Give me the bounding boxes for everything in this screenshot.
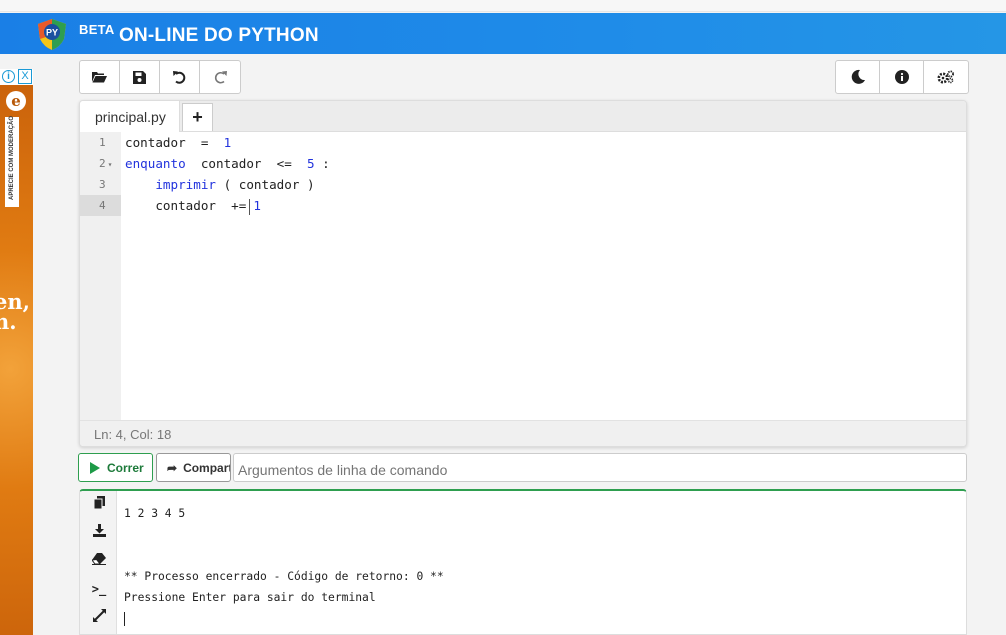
python-shield-logo-icon[interactable]: PY [35,17,69,51]
line-number: 3 [99,178,106,191]
dark-mode-button[interactable] [836,61,880,93]
beta-badge: BETA [79,22,115,37]
terminal-cursor [124,612,125,626]
ad-disclaimer-text: APRECIE COM MODERAÇÃO [9,116,15,201]
logo-text: PY [46,28,58,38]
brand-title[interactable]: ON-LINE DO PYTHON [119,25,319,47]
browser-top-strip [0,0,1006,12]
share-arrow-icon: ➦ [167,460,178,475]
ad-controls: i X [0,69,33,85]
line-number-gutter: 1 2 ▾ 3 4 [80,132,121,420]
view-toolbar [835,60,969,94]
ad-text: en, n. [0,291,30,334]
side-advertisement[interactable]: i X e APRECIE COM MODERAÇÃO en, n. [0,69,33,635]
info-button[interactable] [880,61,924,93]
fold-arrow-icon[interactable]: ▾ [108,160,113,169]
settings-button[interactable] [924,61,968,93]
terminal-sidebar: >_ [80,491,117,634]
ad-info-icon[interactable]: i [2,70,15,83]
share-label: Compartilhar [183,460,230,475]
line-number: 1 [99,136,106,149]
redo-icon [214,70,227,84]
undo-button[interactable] [160,61,200,93]
line-number-active: 4 [80,195,121,216]
terminal-prompt-icon[interactable]: >_ [90,580,108,598]
ad-disclaimer: APRECIE COM MODERAÇÃO [5,116,19,207]
share-button[interactable]: ➦ Compartilhar [156,453,231,482]
ad-close-icon[interactable]: X [18,69,32,84]
redo-button[interactable] [200,61,240,93]
undo-icon [173,70,186,84]
info-icon [894,70,909,84]
file-toolbar [79,60,241,94]
terminal-cursor-line [124,608,444,629]
save-icon [133,70,146,84]
copy-icon[interactable] [90,496,108,514]
code-line: contador = 1 [125,135,232,150]
code-editor: principal.py + 1 2 ▾ 3 4 contador = 1 enq… [79,100,967,447]
save-button[interactable] [120,61,160,93]
text-cursor [249,198,251,215]
add-tab-button[interactable]: + [182,103,213,131]
output-terminal: >_ 1 2 3 4 5 ** Processo encerrado - Cód… [79,489,967,635]
tab-principal-py[interactable]: principal.py [80,101,180,132]
file-tab-bar: principal.py + [80,101,966,132]
moon-icon [851,69,865,84]
app-header: PY BETA ON-LINE DO PYTHON [0,13,1006,54]
eraser-icon[interactable] [90,552,108,570]
code-line: contador += 1 [155,198,261,215]
code-line: enquanto contador <= 5 : [125,156,330,171]
run-button[interactable]: Correr [78,453,153,482]
play-icon [90,461,100,474]
ad-brand-logo: e [6,91,26,111]
ad-text-line2: n. [0,309,17,334]
download-icon[interactable] [90,524,108,542]
command-line-args-input[interactable] [233,453,967,482]
code-area[interactable]: contador = 1 enquanto contador <= 5 : im… [125,132,330,216]
output-line: 1 2 3 4 5 [124,507,186,520]
code-line: imprimir ( contador ) [155,177,315,192]
expand-icon[interactable] [90,609,108,627]
cursor-position-status: Ln: 4, Col: 18 [80,420,966,446]
run-label: Correr [107,460,144,475]
settings-icon [937,70,954,84]
output-line: Pressione Enter para sair do terminal [124,591,376,604]
open-folder-icon [92,72,107,83]
output-line: ** Processo encerrado - Código de retorn… [124,570,444,583]
open-file-button[interactable] [80,61,120,93]
terminal-output[interactable]: 1 2 3 4 5 ** Processo encerrado - Código… [124,503,444,629]
line-number: 2 ▾ [99,157,113,170]
